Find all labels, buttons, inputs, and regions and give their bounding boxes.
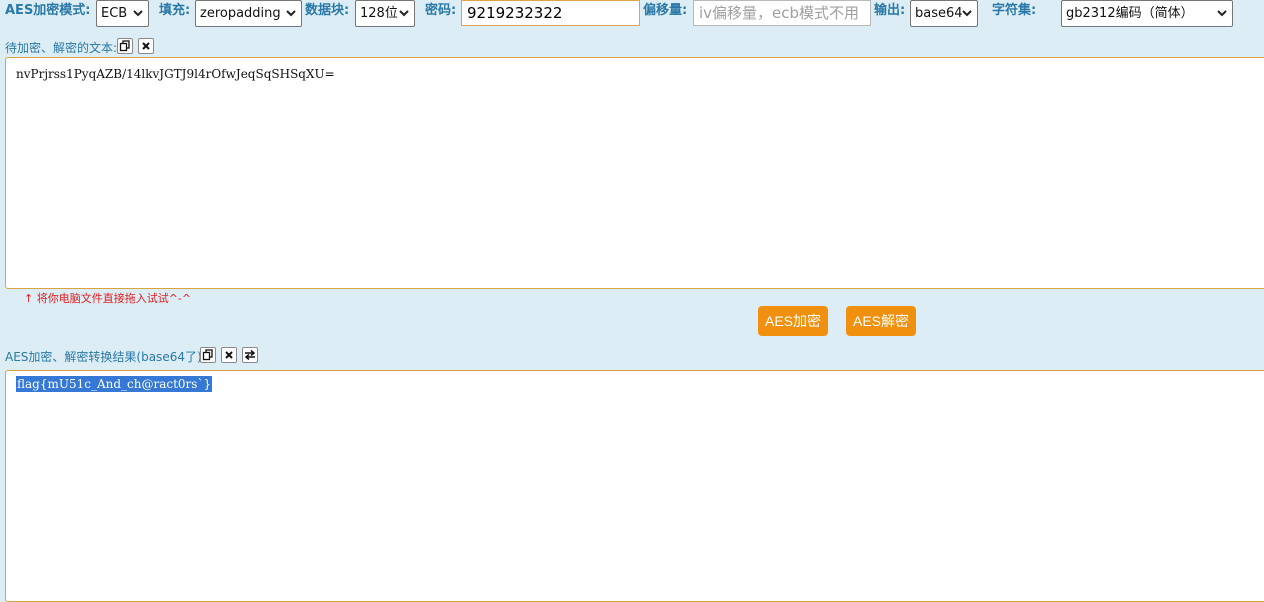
output-textarea[interactable]: flag{mU51c_And_ch@ract0rs`} — [5, 370, 1264, 602]
charset-select-value: gb2312编码（简体） — [1066, 6, 1194, 21]
swap-icon[interactable] — [242, 347, 258, 363]
drag-hint: ↑ 将你电脑文件直接拖入试试^-^ — [24, 292, 192, 305]
key-label: 密码: — [425, 3, 457, 18]
chevron-down-icon — [962, 10, 972, 17]
key-input[interactable]: 9219232322 — [461, 0, 640, 26]
close-icon[interactable] — [138, 38, 154, 54]
output-section-label: AES加密、解密转换结果(base64了): — [5, 350, 206, 364]
settings-toolbar: AES加密模式: ECB 填充: zeropadding 数据块: 128位 密… — [0, 0, 1264, 28]
block-label: 数据块: — [305, 3, 350, 18]
chevron-down-icon — [133, 10, 143, 17]
input-section-label: 待加密、解密的文本: — [5, 41, 118, 55]
block-size-select[interactable]: 128位 — [355, 0, 415, 27]
block-select-value: 128位 — [360, 6, 398, 21]
iv-input[interactable]: iv偏移量，ecb模式不用 — [693, 0, 871, 26]
chevron-down-icon — [286, 10, 296, 17]
output-text: flag{mU51c_And_ch@ract0rs`} — [16, 376, 213, 392]
output-select-value: base64 — [915, 6, 963, 21]
copy-icon[interactable] — [117, 38, 133, 54]
padding-select[interactable]: zeropadding — [195, 0, 302, 27]
input-textarea[interactable]: nvPrjrss1PyqAZB/14lkvJGTJ9l4rOfwJeqSqSHS… — [5, 57, 1264, 289]
padding-label: 填充: — [159, 3, 191, 18]
charset-label: 字符集: — [992, 3, 1037, 18]
padding-select-value: zeropadding — [200, 6, 281, 21]
mode-select-value: ECB — [101, 6, 128, 21]
close-icon[interactable] — [221, 347, 237, 363]
output-label: 输出: — [874, 3, 906, 18]
aes-decrypt-button[interactable]: AES解密 — [846, 306, 916, 336]
chevron-down-icon — [399, 10, 409, 17]
charset-select[interactable]: gb2312编码（简体） — [1061, 0, 1233, 27]
mode-label: AES加密模式: — [5, 3, 91, 18]
mode-select[interactable]: ECB — [96, 0, 149, 27]
chevron-down-icon — [1217, 10, 1227, 17]
output-format-select[interactable]: base64 — [910, 0, 978, 27]
input-text: nvPrjrss1PyqAZB/14lkvJGTJ9l4rOfwJeqSqSHS… — [16, 67, 335, 81]
aes-encrypt-button[interactable]: AES加密 — [758, 306, 828, 336]
copy-icon[interactable] — [200, 347, 216, 363]
iv-label: 偏移量: — [643, 3, 688, 18]
